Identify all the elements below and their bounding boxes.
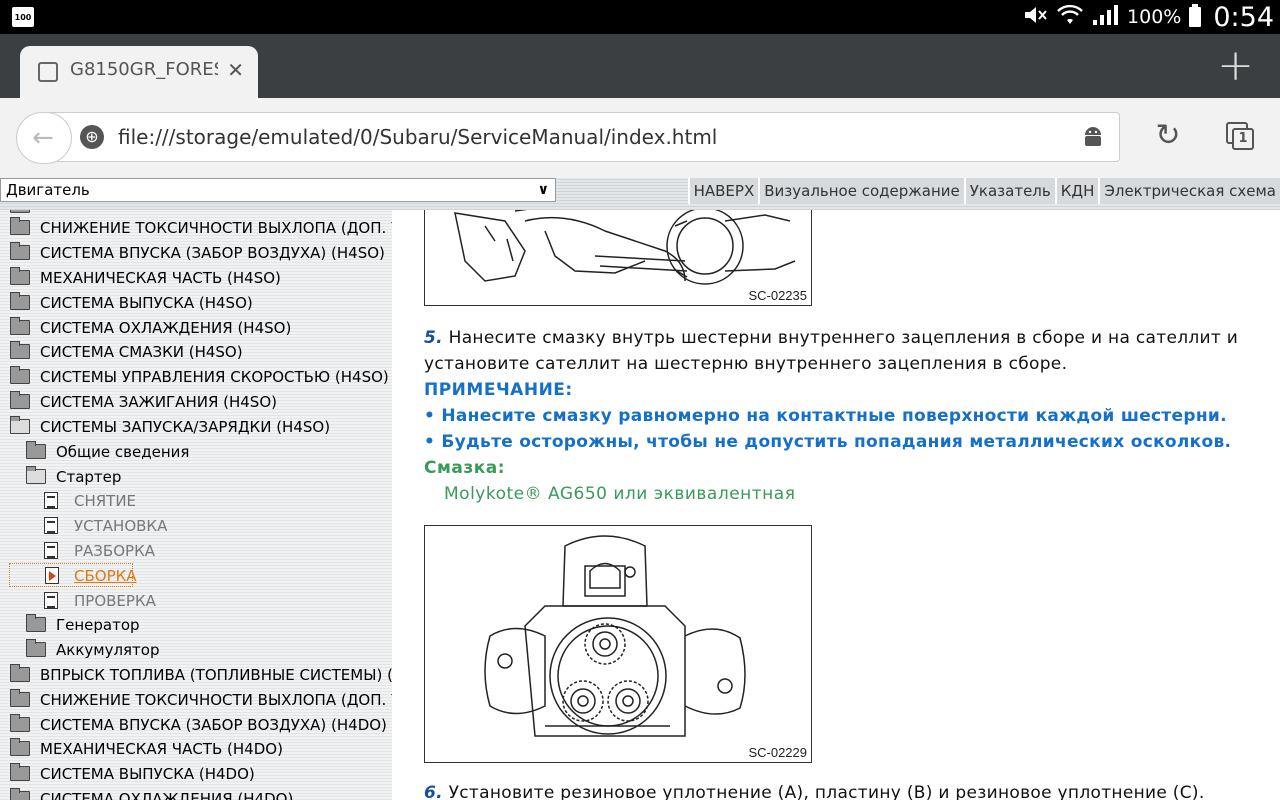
folder-icon [10,341,30,359]
folder-icon [26,639,46,657]
browser-tab[interactable]: G8150GR_FORES ✕ [20,46,258,98]
nav-links: НАВЕРХ Визуальное содержание Указатель К… [687,178,1280,204]
lubricant-title: Смазка: [424,458,506,478]
android-icon[interactable] [1081,125,1105,147]
chevron-down-icon: ∨ [537,182,549,198]
back-button[interactable]: ← [16,112,72,164]
url-text[interactable]: file:///storage/emulated/0/Subaru/Servic… [118,125,717,149]
battery-saver-icon: 100 [12,7,34,27]
mute-icon [1023,5,1049,30]
folder-open-icon [26,466,46,484]
back-arrow-icon: ← [32,123,54,153]
folder-icon [10,366,30,384]
document-icon [44,492,58,509]
folder-icon [10,267,30,285]
note-item: • Нанесите смазку равномерно на контактн… [424,406,1227,426]
folder-icon [10,664,30,682]
step-number: 5. [424,328,443,348]
document-icon [44,517,58,534]
tab-favicon-icon [38,62,58,82]
folder-icon [10,714,30,732]
starter-illustration-2 [484,535,746,737]
folder-icon [26,441,46,459]
folder-icon [10,391,30,409]
folder-open-icon [10,416,30,434]
sidebar-tree: СНИЖЕНИЕ ТОКСИЧНОСТИ ВЫХЛОПА (ДОП. УСТ С… [0,210,392,800]
folder-icon [10,788,30,800]
folder-icon [10,210,30,213]
reload-button[interactable]: ↻ [1152,120,1184,152]
figure-planetary-gears: SC-02229 [424,525,812,763]
tab-strip: G8150GR_FORES ✕ + [0,34,1280,98]
document-icon [44,542,58,559]
globe-icon: ⊕ [80,125,104,149]
step-number: 6. [424,783,443,800]
step-6-text: 6. Установите резиновое уплотнение (A), … [424,780,1264,800]
section-select-value: Двигатель [6,181,90,199]
step-5-text: 5. Нанесите смазку внутрь шестерни внутр… [424,328,1239,374]
figure-caption: SC-02235 [748,288,807,303]
folder-icon [26,614,46,632]
figure-starter-gear-top: SC-02235 [424,210,812,306]
page-navbar: Двигатель ∨ НАВЕРХ Визуальное содержание… [0,178,1280,210]
new-tab-button[interactable]: + [1217,44,1254,88]
tab-title: G8150GR_FORES [70,59,218,80]
folder-icon [10,763,30,781]
battery-icon [1189,4,1202,27]
nav-link-kdn[interactable]: КДН [1054,178,1099,204]
wifi-icon [1057,4,1083,31]
main-content: SC-02235 5. Нанесите смазку внутрь шесте… [392,210,1280,800]
nav-link-wiring-diagram[interactable]: Электрическая схема [1098,178,1280,204]
note-item: • Будьте осторожны, чтобы не допустить п… [424,432,1232,452]
note-title: ПРИМЕЧАНИЕ: [424,380,573,400]
folder-icon [10,242,30,260]
figure-caption: SC-02229 [748,745,807,760]
tab-count: 1 [1232,128,1254,150]
folder-icon [10,217,30,235]
lubricant-value: Molykote® AG650 или эквивалентная [444,484,796,504]
nav-link-top[interactable]: НАВЕРХ [687,178,759,204]
document-icon [44,592,58,609]
tree-leaf-selected[interactable]: СБОРКА [9,563,137,587]
close-tab-icon[interactable]: ✕ [227,58,244,82]
folder-icon [10,317,30,335]
folder-icon [10,689,30,707]
folder-icon [10,292,30,310]
battery-percent: 100% [1127,6,1182,28]
nav-link-visual-contents[interactable]: Визуальное содержание [758,178,964,204]
clock: 0:54 [1213,1,1274,33]
section-select[interactable]: Двигатель ∨ [0,178,556,202]
signal-icon [1091,4,1119,31]
url-bar[interactable]: ⊕ file:///storage/emulated/0/Subaru/Serv… [48,112,1120,162]
document-active-icon [45,567,59,584]
nav-link-index[interactable]: Указатель [963,178,1055,204]
folder-icon [10,738,30,756]
status-bar: 100 100% 0:54 [0,0,1280,34]
tab-switcher-button[interactable]: 1 [1226,122,1256,152]
browser-toolbar: ⊕ file:///storage/emulated/0/Subaru/Serv… [0,98,1280,178]
